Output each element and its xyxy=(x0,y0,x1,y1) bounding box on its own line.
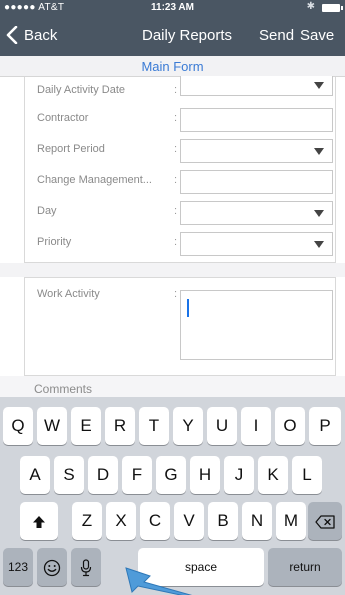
key-s[interactable]: S xyxy=(54,456,84,494)
page-title: Daily Reports xyxy=(142,27,233,44)
key-z[interactable]: Z xyxy=(72,502,102,540)
top-bar: ●●●●● AT&T 11:23 AM ✱ Back Daily Reports… xyxy=(0,0,345,56)
colon: : xyxy=(174,205,178,217)
day-dropdown[interactable] xyxy=(180,201,333,225)
colon: : xyxy=(174,143,178,155)
key-y[interactable]: Y xyxy=(173,407,203,445)
chevron-left-icon xyxy=(6,26,18,44)
microphone-key[interactable] xyxy=(71,548,101,586)
key-m[interactable]: M xyxy=(276,502,306,540)
shift-key[interactable] xyxy=(20,502,58,540)
emoji-icon xyxy=(43,559,61,576)
change-management-field[interactable] xyxy=(180,170,333,194)
key-o[interactable]: O xyxy=(275,407,305,445)
report-period-dropdown[interactable] xyxy=(180,139,333,163)
field-label: Contractor xyxy=(37,112,89,124)
key-d[interactable]: D xyxy=(88,456,118,494)
comments-label: Comments xyxy=(34,382,93,396)
colon: : xyxy=(174,112,178,124)
key-n[interactable]: N xyxy=(242,502,272,540)
field-label: Change Management... xyxy=(37,174,152,186)
return-key[interactable]: return xyxy=(268,548,342,586)
chevron-down-icon xyxy=(314,210,324,217)
key-i[interactable]: I xyxy=(241,407,271,445)
status-bar: ●●●●● AT&T 11:23 AM ✱ xyxy=(0,0,345,16)
chevron-down-icon xyxy=(314,241,324,248)
key-h[interactable]: H xyxy=(190,456,220,494)
key-a[interactable]: A xyxy=(20,456,50,494)
form-row-contractor: Contractor : xyxy=(25,104,337,135)
form-row-report-period: Report Period : xyxy=(25,135,337,166)
key-x[interactable]: X xyxy=(106,502,136,540)
text-cursor xyxy=(187,299,189,317)
delete-icon xyxy=(315,514,335,529)
navigation-bar: Back Daily Reports Send Save xyxy=(0,16,345,56)
field-label: Day xyxy=(37,205,57,217)
form-card: Daily Activity Date : Contractor : Repor… xyxy=(24,76,337,263)
key-k[interactable]: K xyxy=(258,456,288,494)
shift-icon xyxy=(33,515,45,528)
form-row-change-management: Change Management... : xyxy=(25,166,337,197)
key-l[interactable]: L xyxy=(292,456,322,494)
field-label: Report Period xyxy=(37,143,105,155)
chevron-down-icon xyxy=(314,148,324,155)
microphone-icon xyxy=(80,558,92,576)
form-header: Main Form xyxy=(0,56,345,77)
key-q[interactable]: Q xyxy=(3,407,33,445)
colon: : xyxy=(174,84,178,96)
key-j[interactable]: J xyxy=(224,456,254,494)
form-row-priority: Priority : xyxy=(25,228,337,259)
work-activity-textarea[interactable] xyxy=(180,290,333,360)
clock: 11:23 AM xyxy=(151,2,194,13)
contractor-field[interactable] xyxy=(180,108,333,132)
key-b[interactable]: B xyxy=(208,502,238,540)
save-button[interactable]: Save xyxy=(300,27,334,44)
key-r[interactable]: R xyxy=(105,407,135,445)
emoji-key[interactable] xyxy=(37,548,67,586)
pointer-arrow-icon xyxy=(125,567,193,595)
colon: : xyxy=(174,174,178,186)
key-v[interactable]: V xyxy=(174,502,204,540)
form-row-day: Day : xyxy=(25,197,337,228)
key-u[interactable]: U xyxy=(207,407,237,445)
key-c[interactable]: C xyxy=(140,502,170,540)
key-w[interactable]: W xyxy=(37,407,67,445)
colon: : xyxy=(174,236,178,248)
form-row-daily-activity-date: Daily Activity Date : xyxy=(25,76,337,107)
work-activity-card: Work Activity : xyxy=(24,277,336,376)
field-label: Work Activity xyxy=(37,288,100,300)
back-button[interactable]: Back xyxy=(6,26,57,44)
key-g[interactable]: G xyxy=(156,456,186,494)
battery-icon xyxy=(322,4,343,12)
daily-activity-date-dropdown[interactable] xyxy=(180,76,333,96)
field-label: Daily Activity Date xyxy=(37,84,126,96)
numbers-key[interactable]: 123 xyxy=(3,548,33,586)
priority-dropdown[interactable] xyxy=(180,232,333,256)
send-button[interactable]: Send xyxy=(259,27,294,44)
key-p[interactable]: P xyxy=(309,407,341,445)
key-e[interactable]: E xyxy=(71,407,101,445)
key-t[interactable]: T xyxy=(139,407,169,445)
back-label: Back xyxy=(24,26,58,44)
field-label: Priority xyxy=(37,236,72,248)
key-f[interactable]: F xyxy=(122,456,152,494)
delete-key[interactable] xyxy=(308,502,342,540)
section-divider xyxy=(0,263,345,277)
bluetooth-icon: ✱ xyxy=(306,1,315,12)
chevron-down-icon xyxy=(314,82,324,89)
colon: : xyxy=(174,288,178,300)
